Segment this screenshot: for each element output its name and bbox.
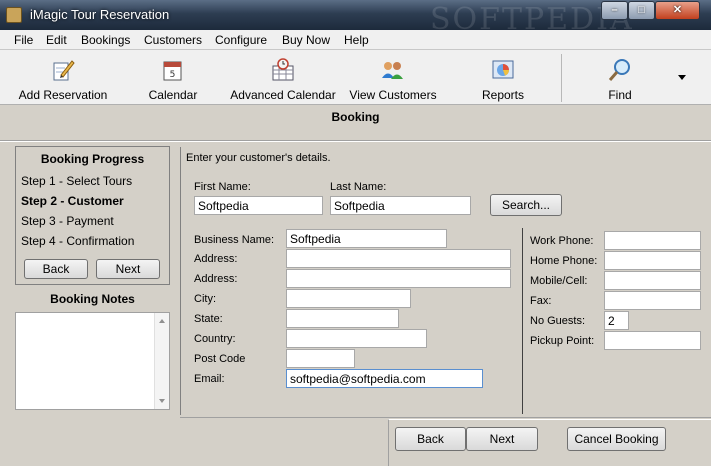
- fax-label: Fax:: [530, 295, 552, 307]
- close-button[interactable]: ✕: [655, 1, 700, 20]
- calendar-icon: 5: [163, 61, 182, 81]
- calendar-button[interactable]: 5 Calendar: [135, 50, 211, 105]
- form-instructions: Enter your customer's details.: [186, 152, 331, 164]
- maximize-button[interactable]: □: [628, 1, 655, 20]
- title-bar: iMagic Tour Reservation SOFTPEDIA – □ ✕: [0, 0, 711, 37]
- country-field[interactable]: [286, 329, 427, 348]
- fax-field[interactable]: [604, 291, 701, 310]
- view-customers-button[interactable]: View Customers: [346, 50, 440, 105]
- no-guests-label: No Guests:: [530, 315, 586, 327]
- address1-field[interactable]: [286, 249, 511, 268]
- menu-customers[interactable]: Customers: [144, 33, 202, 47]
- mobile-label: Mobile/Cell:: [530, 275, 588, 287]
- advanced-calendar-button[interactable]: Advanced Calendar: [226, 50, 340, 105]
- first-name-field[interactable]: Softpedia: [194, 196, 323, 215]
- view-customers-label: View Customers: [349, 88, 437, 102]
- menu-buy-now[interactable]: Buy Now: [282, 33, 330, 47]
- email-label: Email:: [194, 373, 225, 385]
- no-guests-field[interactable]: 2: [604, 311, 629, 330]
- form-column-divider: [522, 228, 523, 414]
- chart-icon: [492, 60, 514, 79]
- first-name-label: First Name:: [194, 181, 251, 193]
- menu-help[interactable]: Help: [344, 33, 369, 47]
- magnifier-icon: [608, 59, 630, 81]
- email-field[interactable]: softpedia@softpedia.com: [286, 369, 483, 388]
- booking-notes-textarea[interactable]: [15, 312, 170, 410]
- state-label: State:: [194, 313, 223, 325]
- toolbar-overflow-chevron-icon[interactable]: [678, 75, 686, 80]
- app-icon: [6, 7, 22, 23]
- address2-label: Address:: [194, 273, 238, 285]
- address2-field[interactable]: [286, 269, 511, 288]
- country-label: Country:: [194, 333, 236, 345]
- booking-notes-title: Booking Notes: [50, 292, 135, 306]
- mobile-field[interactable]: [604, 271, 701, 290]
- menu-bookings[interactable]: Bookings: [81, 33, 130, 47]
- booking-progress-panel: Booking Progress Step 1 - Select Tours S…: [15, 146, 170, 285]
- footer-divider: [180, 417, 711, 418]
- work-phone-label: Work Phone:: [530, 235, 594, 247]
- state-field[interactable]: [286, 309, 399, 328]
- city-label: City:: [194, 293, 216, 305]
- section-title: Booking: [331, 110, 380, 124]
- address1-label: Address:: [194, 253, 238, 265]
- post-code-label: Post Code: [194, 353, 246, 365]
- menu-configure[interactable]: Configure: [215, 33, 267, 47]
- reports-button[interactable]: Reports: [466, 50, 540, 105]
- calendar-day: 5: [170, 70, 176, 80]
- calendar-label: Calendar: [148, 88, 198, 102]
- progress-next-button[interactable]: Next: [96, 259, 160, 279]
- pickup-point-field[interactable]: [604, 331, 701, 350]
- minimize-icon: –: [611, 4, 618, 16]
- header-divider: [0, 140, 711, 142]
- menu-bar: File Edit Bookings Customers Configure B…: [0, 30, 711, 50]
- city-field[interactable]: [286, 289, 411, 308]
- search-button[interactable]: Search...: [490, 194, 562, 216]
- pickup-point-label: Pickup Point:: [530, 335, 595, 347]
- find-button[interactable]: Find: [588, 50, 652, 105]
- toolbar: Add Reservation 5 Calendar Advanced Cale…: [0, 50, 711, 105]
- business-name-label: Business Name:: [194, 234, 275, 246]
- toolbar-separator: [561, 54, 562, 102]
- notes-scrollbar[interactable]: [154, 313, 169, 409]
- window-title: iMagic Tour Reservation: [30, 7, 170, 22]
- reports-label: Reports: [481, 88, 525, 102]
- last-name-label: Last Name:: [330, 181, 387, 193]
- close-icon: ✕: [672, 4, 683, 16]
- progress-back-button[interactable]: Back: [24, 259, 88, 279]
- people-icon: [382, 62, 403, 79]
- home-phone-label: Home Phone:: [530, 255, 598, 267]
- step-4-label: Step 4 - Confirmation: [21, 234, 135, 248]
- advanced-calendar-icon: [272, 58, 294, 81]
- step-3-label: Step 3 - Payment: [21, 214, 114, 228]
- pencil-paper-icon: [53, 60, 75, 81]
- post-code-field[interactable]: [286, 349, 355, 368]
- scroll-down-icon[interactable]: [159, 399, 165, 403]
- advanced-calendar-label: Advanced Calendar: [230, 88, 336, 102]
- booking-progress-title: Booking Progress: [40, 152, 145, 166]
- scroll-up-icon[interactable]: [159, 319, 165, 323]
- step-1-label: Step 1 - Select Tours: [21, 174, 133, 188]
- maximize-icon: □: [638, 4, 645, 16]
- footer-back-button[interactable]: Back: [395, 427, 466, 451]
- find-label: Find: [608, 88, 632, 102]
- menu-edit[interactable]: Edit: [46, 33, 67, 47]
- menu-file[interactable]: File: [14, 33, 33, 47]
- add-reservation-button[interactable]: Add Reservation: [10, 50, 116, 105]
- business-name-field[interactable]: Softpedia: [286, 229, 447, 248]
- step-2-label: Step 2 - Customer: [21, 194, 124, 208]
- minimize-button[interactable]: –: [601, 1, 628, 20]
- cancel-booking-button[interactable]: Cancel Booking: [567, 427, 666, 451]
- last-name-field[interactable]: Softpedia: [330, 196, 471, 215]
- footer-next-button[interactable]: Next: [466, 427, 538, 451]
- work-phone-field[interactable]: [604, 231, 701, 250]
- add-reservation-label: Add Reservation: [18, 88, 108, 102]
- home-phone-field[interactable]: [604, 251, 701, 270]
